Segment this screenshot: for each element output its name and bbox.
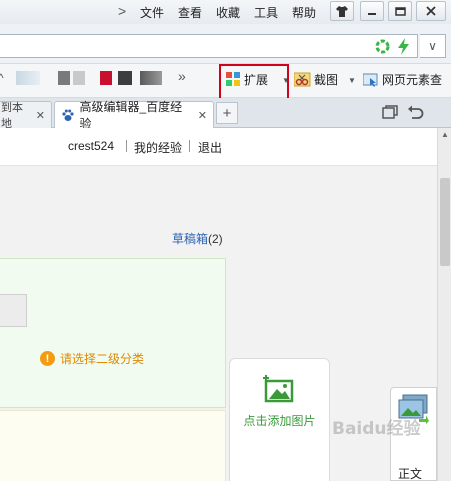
tab-close-icon[interactable]: ✕: [198, 109, 207, 122]
menu-help[interactable]: 帮助: [292, 4, 316, 21]
tab-label: 高级编辑器_百度经验: [79, 100, 183, 131]
tab-bar: 到本地 ✕ 高级编辑器_百度经验 ✕ +: [0, 98, 451, 131]
favorites-toolbar: ^ » 扩展 ▼ 截图 ▼ 网页元素查: [0, 64, 451, 100]
scrollbar-thumb[interactable]: [440, 178, 450, 266]
category-panel: [0, 258, 226, 408]
minimize-icon: [368, 13, 376, 15]
inspect-element-button[interactable]: 网页元素查: [363, 71, 442, 88]
baidu-paw-icon: [62, 109, 74, 121]
toolbar-left-chevron-icon[interactable]: ^: [0, 71, 4, 85]
tab-background[interactable]: 到本地 ✕: [0, 101, 52, 130]
tab-list-icon[interactable]: [382, 105, 398, 120]
security-check-icon[interactable]: [375, 39, 390, 54]
blurred-bookmark[interactable]: [100, 71, 112, 85]
tab-active[interactable]: 高级编辑器_百度经验 ✕: [54, 100, 214, 131]
add-image-label: 点击添加图片: [243, 414, 316, 428]
content-area[interactable]: [0, 410, 226, 481]
menu-tools[interactable]: 工具: [254, 4, 278, 21]
screenshot-dropdown-icon[interactable]: ▼: [348, 76, 356, 85]
restore-button[interactable]: [388, 1, 412, 21]
warning-text: 请选择二级分类: [60, 352, 145, 366]
address-bar: ∨: [0, 24, 451, 64]
skin-button[interactable]: [330, 1, 354, 21]
blurred-bookmark[interactable]: [16, 71, 40, 85]
inspect-icon: [363, 73, 378, 87]
scroll-up-icon[interactable]: ▲: [441, 130, 449, 139]
minimize-button[interactable]: [360, 1, 384, 21]
url-input[interactable]: [0, 34, 418, 58]
scissors-icon: [294, 72, 311, 87]
highlight-box: [219, 64, 289, 100]
drafts-count: (2): [208, 232, 223, 246]
inspect-label: 网页元素查: [382, 73, 443, 87]
menu-file[interactable]: 文件: [140, 4, 164, 21]
divider: [189, 140, 190, 152]
screenshot-button[interactable]: 截图: [294, 71, 338, 88]
username-link[interactable]: crest524: [68, 139, 114, 153]
new-tab-button[interactable]: +: [216, 102, 238, 124]
tab-label: 到本地: [1, 102, 23, 130]
logout-link[interactable]: 退出: [198, 139, 222, 156]
vertical-scrollbar[interactable]: ▲: [437, 128, 451, 481]
screenshot-label: 截图: [314, 73, 339, 87]
tab-close-icon[interactable]: ✕: [36, 109, 45, 122]
add-image-icon: [263, 375, 294, 403]
address-dropdown[interactable]: ∨: [420, 34, 446, 58]
user-bar: crest524 我的经验 退出: [0, 128, 437, 166]
menu-overflow-chevron[interactable]: >: [118, 3, 126, 19]
add-image-button[interactable]: 点击添加图片: [229, 358, 330, 481]
restore-icon: [394, 7, 406, 16]
blurred-bookmark[interactable]: [73, 71, 85, 85]
warning-icon: !: [40, 351, 55, 366]
menu-bar: > 文件 查看 收藏 工具 帮助: [0, 0, 451, 24]
menu-favorites[interactable]: 收藏: [216, 4, 240, 21]
lightning-icon[interactable]: [397, 38, 410, 55]
close-button[interactable]: [416, 1, 446, 21]
toolbar-overflow[interactable]: »: [178, 68, 186, 84]
drafts-link[interactable]: 草稿箱(2): [172, 230, 223, 247]
close-icon: [426, 6, 436, 16]
blurred-bookmark[interactable]: [140, 71, 162, 85]
category-warning: ! 请选择二级分类: [40, 350, 144, 367]
my-experience-link[interactable]: 我的经验: [134, 139, 182, 156]
drafts-label: 草稿箱: [172, 232, 209, 246]
category-select[interactable]: [0, 294, 27, 327]
baidu-watermark: Baidu经验: [332, 419, 421, 439]
shirt-icon: [336, 5, 348, 17]
blurred-bookmark[interactable]: [118, 71, 132, 85]
menu-view[interactable]: 查看: [178, 4, 202, 21]
blurred-bookmark[interactable]: [58, 71, 70, 85]
divider: [126, 140, 127, 152]
body-label: 正文: [398, 467, 423, 481]
undo-close-tab-icon[interactable]: [407, 104, 424, 120]
